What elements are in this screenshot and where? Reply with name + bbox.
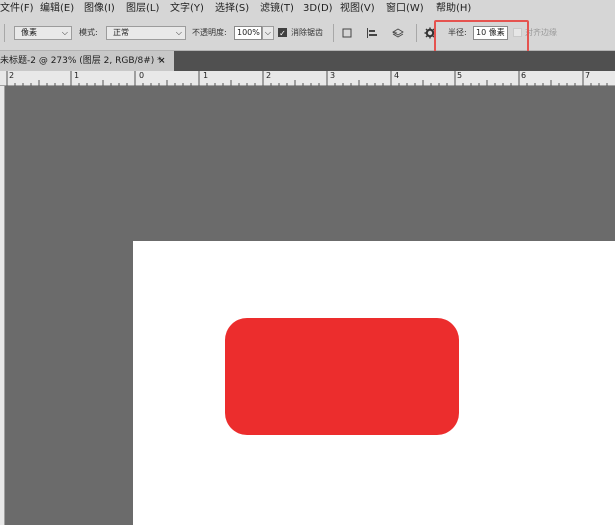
close-icon[interactable]: × [158,51,166,71]
document-tab-title: 未标题-2 @ 273% (图层 2, RGB/8#) * [0,56,162,66]
menu-select[interactable]: 选择(S) [215,0,249,17]
chevron-down-icon: ⌵ [264,28,271,37]
path-alignment-icon[interactable] [366,27,378,39]
menu-filter[interactable]: 滤镜(T) [260,0,294,17]
menu-3d[interactable]: 3D(D) [303,0,333,17]
mode-select[interactable]: 正常 ⌵ [106,26,186,40]
menu-edit[interactable]: 编辑(E) [40,0,74,17]
pixels-select[interactable]: 像素 ⌵ [14,26,72,40]
menu-window[interactable]: 窗口(W) [386,0,424,17]
path-arrangement-icon[interactable]: + [392,27,404,39]
opacity-dropdown[interactable]: ⌵ [262,26,274,40]
antialias-label: 消除锯齿 [291,28,323,37]
separator [416,24,417,42]
menu-image[interactable]: 图像(I) [84,0,115,17]
separator [333,24,334,42]
opacity-field[interactable]: 100% [234,26,262,40]
document-tab-bar: 未标题-2 @ 273% (图层 2, RGB/8#) * × [0,51,615,71]
ruler-label: 5 [457,71,463,80]
mode-select-value: 正常 [113,28,129,37]
horizontal-ruler: 2 1 0 1 2 3 4 5 6 7 [0,71,615,86]
menu-bar: 文件(F) 编辑(E) 图像(I) 图层(L) 文字(Y) 选择(S) 滤镜(T… [0,0,615,17]
menu-file[interactable]: 文件(F) [0,0,34,17]
path-operations-icon[interactable] [341,27,353,39]
rounded-rectangle-shape[interactable] [225,318,459,435]
menu-layer[interactable]: 图层(L) [126,0,159,17]
mode-label: 模式: [79,28,98,37]
ruler-label: 1 [203,71,209,80]
ruler-label: 0 [139,71,145,80]
align-edges-label: 对齐边缘 [525,28,557,37]
document-tab[interactable]: 未标题-2 @ 273% (图层 2, RGB/8#) * × [0,51,174,71]
opacity-label: 不透明度: [192,28,227,37]
antialias-checkbox[interactable]: ✓ [278,28,287,38]
vertical-ruler [0,86,5,525]
ruler-label: 3 [330,71,336,80]
document-canvas[interactable] [133,241,615,525]
ruler-label: 2 [266,71,272,80]
chevron-down-icon: ⌵ [61,28,68,37]
ruler-label: 4 [394,71,400,80]
menu-type[interactable]: 文字(Y) [170,0,204,17]
ruler-label: 2 [9,71,15,80]
separator [4,24,5,42]
menu-view[interactable]: 视图(V) [340,0,375,17]
pixels-select-value: 像素 [21,28,37,37]
menu-help[interactable]: 帮助(H) [436,0,471,17]
chevron-down-icon: ⌵ [175,28,182,37]
ruler-label: 6 [521,71,527,80]
ruler-label: 1 [74,71,80,80]
ruler-label: 7 [585,71,591,80]
